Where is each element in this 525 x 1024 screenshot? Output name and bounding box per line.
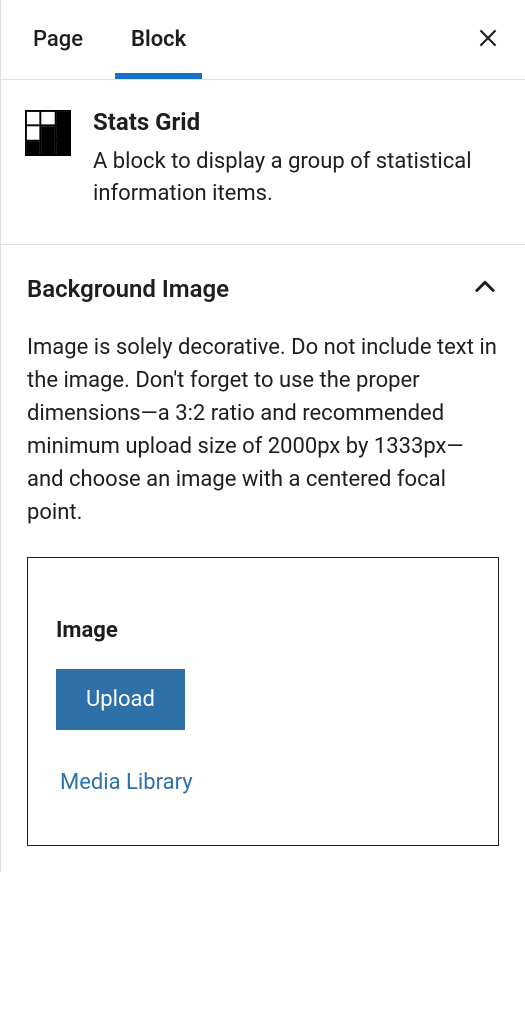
block-inspector-panel: Page Block — [0, 0, 525, 872]
section-body: Image is solely decorative. Do not inclu… — [1, 319, 525, 872]
upload-button[interactable]: Upload — [56, 669, 185, 730]
section-title: Background Image — [27, 275, 229, 303]
block-title: Stats Grid — [93, 108, 501, 136]
close-icon — [475, 25, 501, 55]
inspector-tabs: Page Block — [1, 0, 525, 80]
media-library-link[interactable]: Media Library — [60, 770, 193, 795]
help-text: Image is solely decorative. Do not inclu… — [27, 331, 499, 529]
stats-grid-icon — [25, 110, 71, 156]
tab-block[interactable]: Block — [107, 1, 210, 78]
tab-page[interactable]: Page — [9, 1, 107, 78]
media-library-label: Media Library — [60, 770, 193, 795]
section-toggle-background-image[interactable]: Background Image — [1, 245, 525, 319]
upload-button-label: Upload — [86, 687, 155, 712]
media-placeholder: Image Upload Media Library — [27, 557, 499, 846]
block-card: Stats Grid A block to display a group of… — [1, 80, 525, 245]
close-inspector-button[interactable] — [459, 13, 517, 67]
tab-block-label: Block — [131, 27, 186, 52]
media-label: Image — [56, 618, 470, 643]
chevron-up-icon — [471, 273, 499, 305]
block-description: A block to display a group of statistica… — [93, 146, 501, 210]
tab-page-label: Page — [33, 27, 83, 52]
block-meta: Stats Grid A block to display a group of… — [93, 108, 501, 210]
